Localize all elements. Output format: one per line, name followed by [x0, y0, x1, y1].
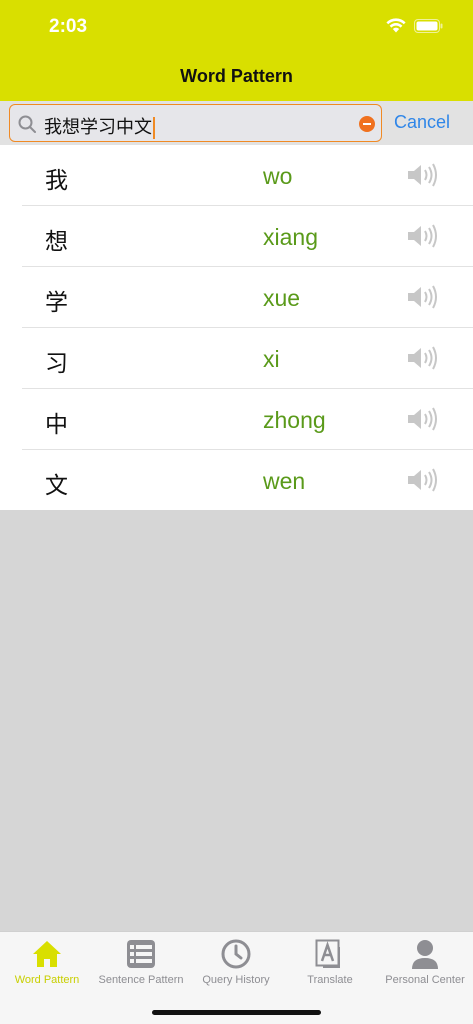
- clear-search-button[interactable]: [359, 116, 375, 132]
- tab-label: Query History: [202, 974, 270, 986]
- result-row[interactable]: 中 zhong: [0, 389, 473, 450]
- speaker-icon[interactable]: [406, 223, 438, 249]
- speaker-icon[interactable]: [406, 345, 438, 371]
- cancel-button[interactable]: Cancel: [394, 112, 450, 133]
- battery-icon: [414, 18, 443, 33]
- result-character: 中: [45, 412, 68, 438]
- result-row[interactable]: 我 wo: [0, 145, 473, 206]
- home-icon: [33, 941, 61, 967]
- tab-translate[interactable]: Translate: [283, 938, 377, 986]
- result-row[interactable]: 习 xi: [0, 328, 473, 389]
- nav-header: 2:03 Word Pattern: [0, 0, 473, 101]
- result-pinyin: xue: [263, 285, 301, 311]
- speaker-icon[interactable]: [406, 467, 438, 493]
- list-icon: [127, 940, 155, 968]
- result-list: 我 wo 想 xiang 学 xue 习 xi 中 zhong 文 wen: [0, 145, 473, 510]
- status-time: 2:03: [49, 16, 88, 37]
- result-pinyin: xi: [263, 346, 280, 372]
- tab-query-history[interactable]: Query History: [189, 938, 283, 986]
- speaker-icon[interactable]: [406, 162, 438, 188]
- status-icons: [386, 18, 443, 33]
- page-title: Word Pattern: [180, 66, 293, 86]
- result-pinyin: wo: [263, 163, 293, 189]
- speaker-icon[interactable]: [406, 284, 438, 310]
- search-input[interactable]: 我想学习中文: [9, 104, 382, 142]
- result-pinyin: zhong: [263, 407, 326, 433]
- tab-sentence-pattern[interactable]: Sentence Pattern: [94, 938, 188, 986]
- tab-personal-center[interactable]: Personal Center: [378, 938, 472, 986]
- speaker-icon[interactable]: [406, 406, 438, 432]
- result-row[interactable]: 想 xiang: [0, 206, 473, 267]
- result-pinyin: wen: [263, 468, 306, 494]
- tab-label: Word Pattern: [14, 974, 80, 986]
- result-row[interactable]: 文 wen: [0, 450, 473, 511]
- tab-label: Translate: [307, 974, 353, 986]
- search-input-value: 我想学习中文: [44, 117, 152, 138]
- wifi-icon: [386, 18, 406, 33]
- result-character: 习: [45, 351, 68, 377]
- result-character: 学: [45, 290, 68, 316]
- result-pinyin: xiang: [263, 224, 318, 250]
- search-bar: 我想学习中文 Cancel: [0, 101, 473, 145]
- clock-icon: [221, 939, 251, 969]
- text-caret: [153, 117, 155, 139]
- search-icon: [18, 115, 36, 133]
- tab-label: Sentence Pattern: [98, 974, 184, 986]
- result-character: 文: [45, 473, 68, 499]
- tab-word-pattern[interactable]: Word Pattern: [0, 938, 94, 986]
- result-character: 想: [45, 229, 68, 255]
- result-row[interactable]: 学 xue: [0, 267, 473, 328]
- translate-icon: [315, 939, 340, 968]
- home-indicator: [152, 1010, 321, 1015]
- tab-label: Personal Center: [385, 974, 465, 986]
- person-icon: [412, 940, 438, 969]
- result-character: 我: [45, 168, 68, 194]
